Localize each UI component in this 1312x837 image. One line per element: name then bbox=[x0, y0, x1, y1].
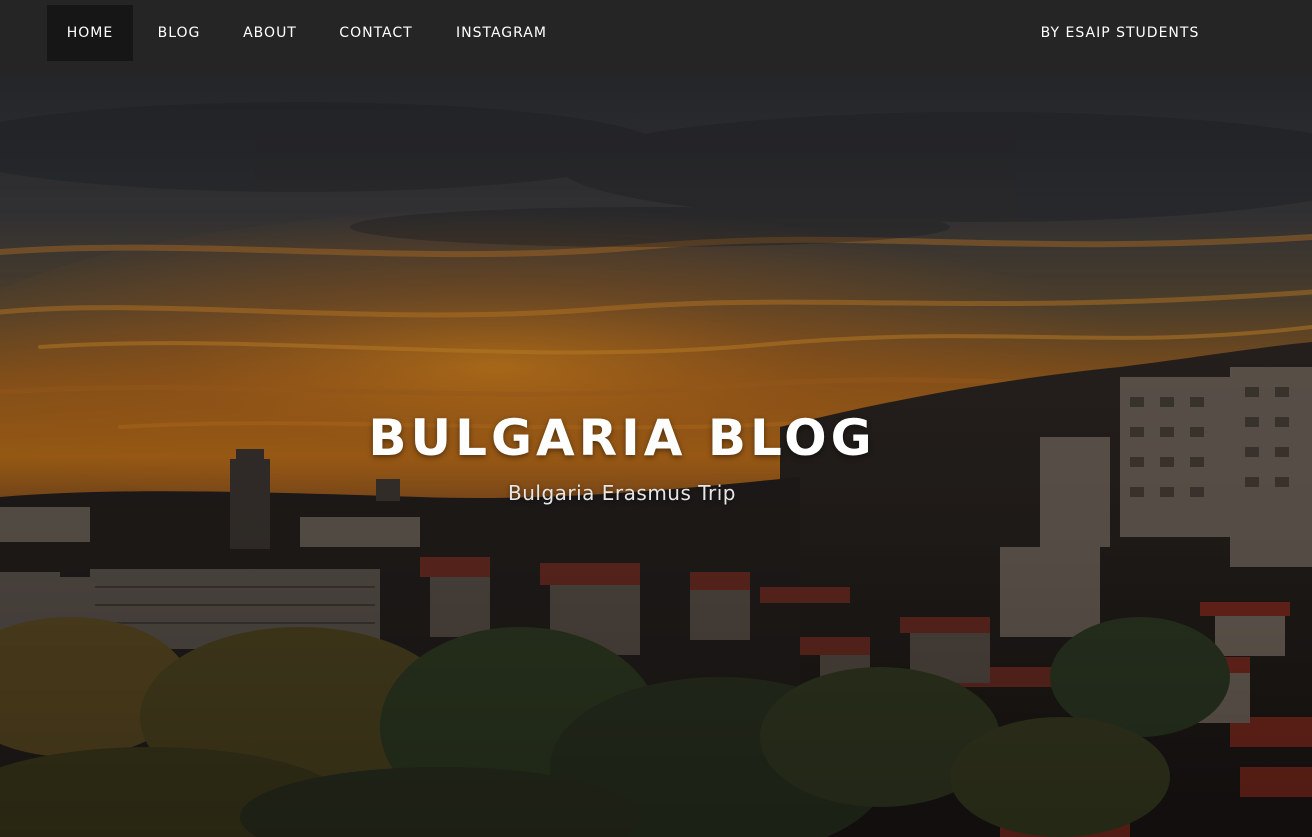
top-navbar: HOME BLOG ABOUT CONTACT INSTAGRAM BY ESA… bbox=[0, 0, 1312, 77]
hero-banner: BULGARIA BLOG Bulgaria Erasmus Trip bbox=[0, 77, 1312, 837]
nav-instagram-link[interactable]: INSTAGRAM bbox=[444, 5, 559, 61]
nav-byline-link[interactable]: BY ESAIP STUDENTS bbox=[1030, 5, 1210, 61]
nav-contact-link[interactable]: CONTACT bbox=[328, 5, 424, 61]
nav-home-link[interactable]: HOME bbox=[47, 5, 133, 61]
hero-subtitle: Bulgaria Erasmus Trip bbox=[507, 481, 737, 505]
page: HOME BLOG ABOUT CONTACT INSTAGRAM BY ESA… bbox=[0, 0, 1312, 837]
hero-title: BULGARIA BLOG bbox=[368, 409, 876, 467]
nav-blog-link[interactable]: BLOG bbox=[146, 5, 212, 61]
nav-about-link[interactable]: ABOUT bbox=[232, 5, 308, 61]
